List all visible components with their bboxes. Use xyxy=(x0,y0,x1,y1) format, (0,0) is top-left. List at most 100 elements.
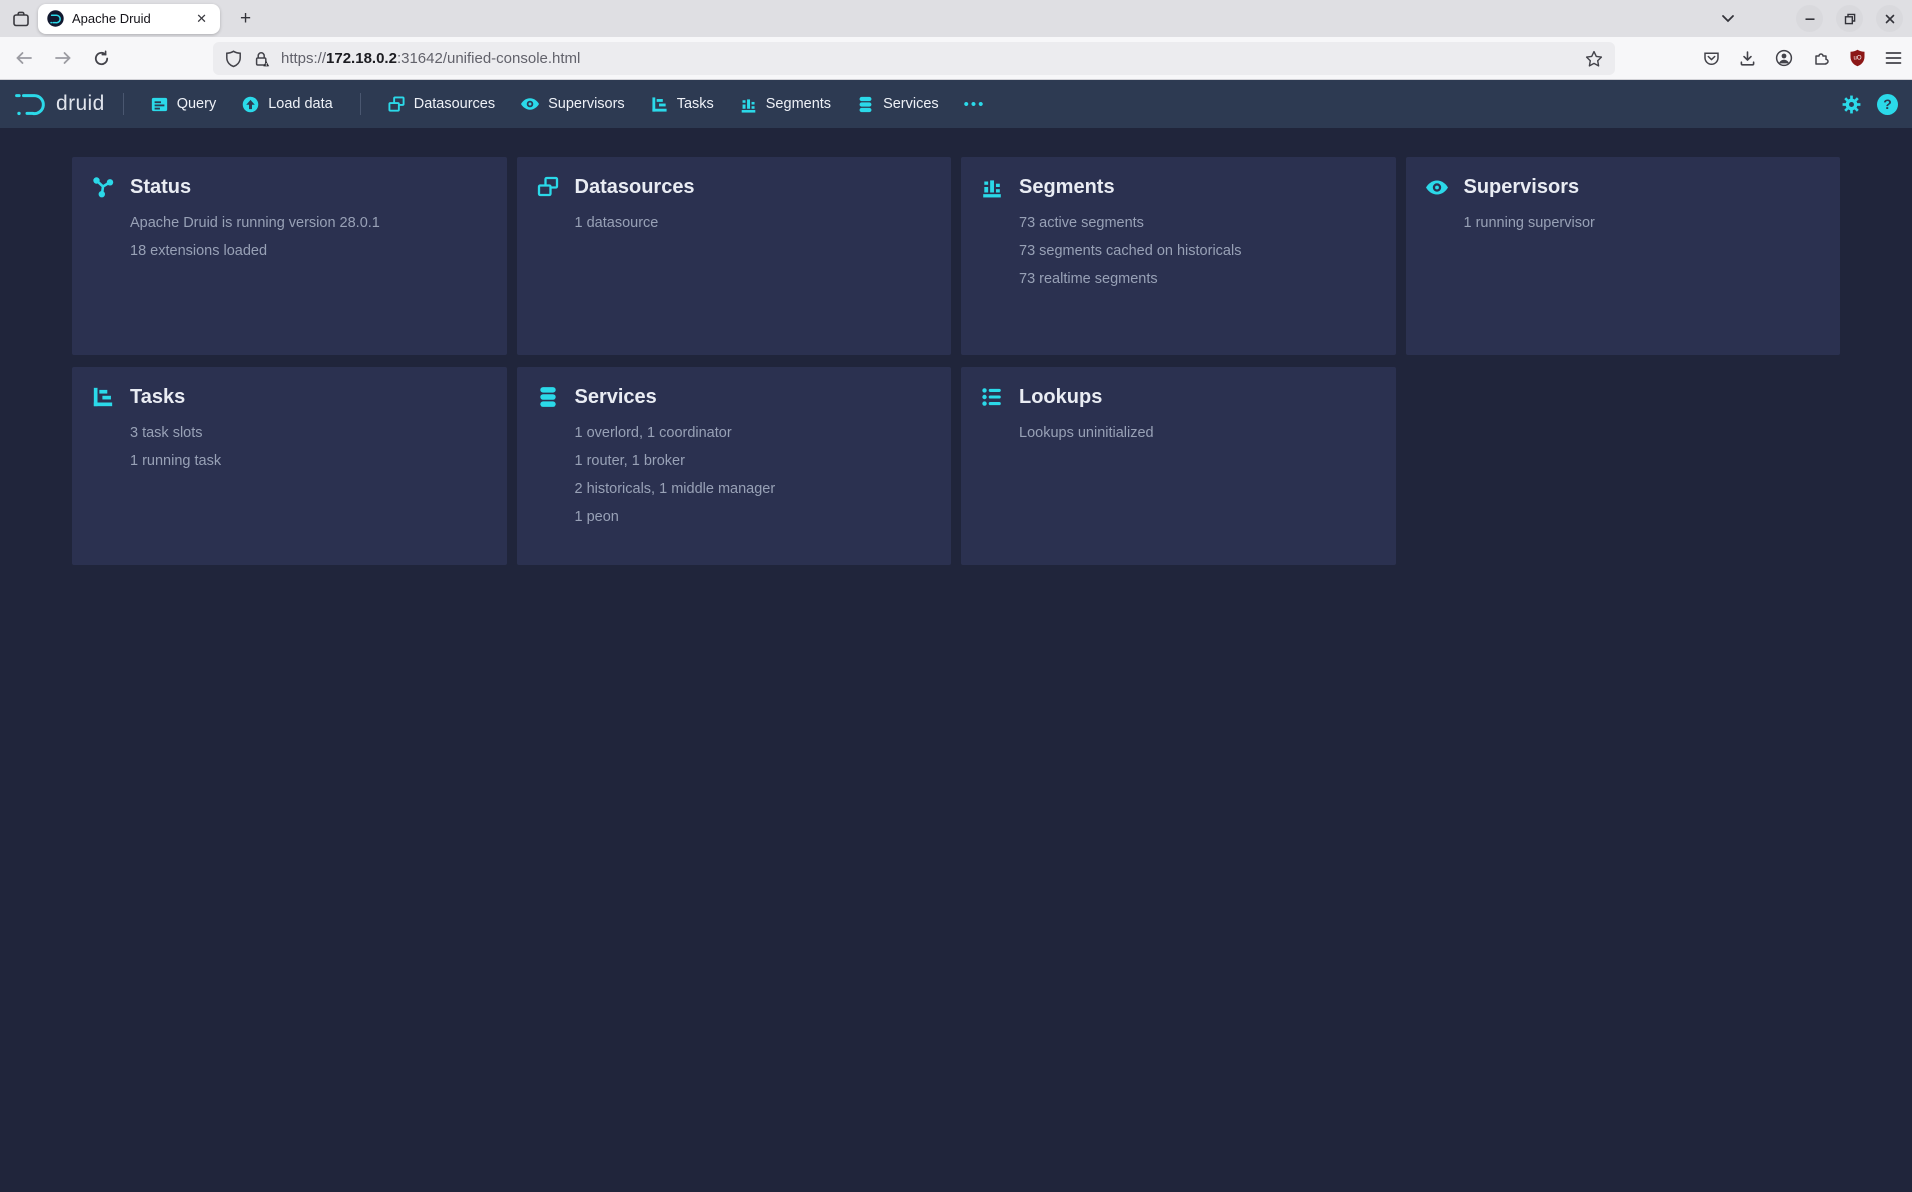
download-icon[interactable] xyxy=(1739,50,1756,67)
hamburger-menu-icon[interactable] xyxy=(1885,51,1902,65)
forward-button[interactable] xyxy=(54,51,72,65)
nav-item-services[interactable]: Services xyxy=(844,80,952,128)
firefox-view-button[interactable] xyxy=(6,5,36,33)
card-line: 2 historicals, 1 middle manager xyxy=(575,475,932,503)
tab-bar: Apache Druid ✕ + xyxy=(0,0,1912,37)
url-host: 172.18.0.2 xyxy=(326,50,397,67)
browser-tab[interactable]: Apache Druid ✕ xyxy=(38,4,220,34)
eye-icon xyxy=(1426,176,1448,198)
card-line: 18 extensions loaded xyxy=(130,237,487,265)
card-title: Supervisors xyxy=(1464,176,1580,199)
url-text: https://172.18.0.2:31642/unified-console… xyxy=(281,50,580,67)
card-segments[interactable]: Segments 73 active segments 73 segments … xyxy=(961,157,1396,355)
druid-favicon xyxy=(47,10,64,27)
card-title: Lookups xyxy=(1019,386,1102,409)
browser-window: Apache Druid ✕ + xyxy=(0,0,1912,80)
druid-navbar: druid Query Load data xyxy=(0,80,1912,128)
firefox-view-icon xyxy=(12,10,30,28)
card-line: 1 datasource xyxy=(575,209,932,237)
card-title: Status xyxy=(130,176,191,199)
card-lookups[interactable]: Lookups Lookups uninitialized xyxy=(961,367,1396,565)
card-datasources[interactable]: Datasources 1 datasource xyxy=(517,157,952,355)
tab-title: Apache Druid xyxy=(72,11,192,26)
card-tasks[interactable]: Tasks 3 task slots 1 running task xyxy=(72,367,507,565)
graph-icon xyxy=(92,176,114,198)
card-line: 1 peon xyxy=(575,503,932,531)
reload-button[interactable] xyxy=(93,50,110,67)
back-button[interactable] xyxy=(15,51,33,65)
gantt-icon xyxy=(651,96,668,113)
card-title: Tasks xyxy=(130,386,185,409)
card-line: 1 running supervisor xyxy=(1464,209,1821,237)
navbar-divider xyxy=(360,93,361,115)
nav-item-tasks[interactable]: Tasks xyxy=(638,80,727,128)
nav-item-label: Tasks xyxy=(677,96,714,112)
card-title: Datasources xyxy=(575,176,695,199)
nav-item-load-data[interactable]: Load data xyxy=(229,80,346,128)
minimize-icon xyxy=(1804,13,1816,25)
card-status[interactable]: Status Apache Druid is running version 2… xyxy=(72,157,507,355)
card-line: 3 task slots xyxy=(130,419,487,447)
database-icon xyxy=(537,386,559,408)
url-protocol: https:// xyxy=(281,50,326,67)
url-toolbar: https://172.18.0.2:31642/unified-console… xyxy=(0,37,1912,80)
tab-close-icon[interactable]: ✕ xyxy=(192,9,211,29)
eye-icon xyxy=(521,98,539,110)
close-button[interactable] xyxy=(1876,5,1903,32)
insert-icon xyxy=(242,96,259,113)
nav-item-label: Supervisors xyxy=(548,96,625,112)
card-title: Services xyxy=(575,386,657,409)
nav-item-supervisors[interactable]: Supervisors xyxy=(508,80,638,128)
database-icon xyxy=(857,96,874,113)
tracking-protection-shield-icon[interactable] xyxy=(225,50,242,68)
console-icon xyxy=(151,96,168,113)
account-icon[interactable] xyxy=(1775,49,1793,67)
multi-layers-icon xyxy=(537,176,559,198)
druid-logo-icon xyxy=(14,91,47,118)
gear-icon[interactable] xyxy=(1842,95,1861,114)
home-view: Status Apache Druid is running version 2… xyxy=(72,157,1840,565)
pocket-icon[interactable] xyxy=(1703,50,1720,67)
nav-item-label: Datasources xyxy=(414,96,495,112)
bar-chart-icon xyxy=(740,96,757,113)
toolbar-extensions: uO xyxy=(1703,37,1902,79)
minimize-button[interactable] xyxy=(1796,5,1823,32)
card-line: 1 running task xyxy=(130,447,487,475)
nav-item-query[interactable]: Query xyxy=(138,80,230,128)
window-controls xyxy=(1721,5,1903,32)
tab-list-chevron-icon[interactable] xyxy=(1721,14,1735,23)
bookmark-star-icon[interactable] xyxy=(1585,50,1603,68)
help-glyph: ? xyxy=(1883,96,1892,112)
card-line: 73 active segments xyxy=(1019,209,1376,237)
druid-wordmark: druid xyxy=(56,92,105,116)
card-line: Lookups uninitialized xyxy=(1019,419,1376,447)
new-tab-button[interactable]: + xyxy=(232,6,259,32)
restore-button[interactable] xyxy=(1836,5,1863,32)
connection-lock-icon[interactable] xyxy=(253,50,271,68)
card-services[interactable]: Services 1 overlord, 1 coordinator 1 rou… xyxy=(517,367,952,565)
nav-item-datasources[interactable]: Datasources xyxy=(375,80,508,128)
card-line: 73 realtime segments xyxy=(1019,265,1376,293)
card-supervisors[interactable]: Supervisors 1 running supervisor xyxy=(1406,157,1841,355)
nav-item-segments[interactable]: Segments xyxy=(727,80,844,128)
card-line: 1 overlord, 1 coordinator xyxy=(575,419,932,447)
card-line: 1 router, 1 broker xyxy=(575,447,932,475)
card-line: Apache Druid is running version 28.0.1 xyxy=(130,209,487,237)
gantt-icon xyxy=(92,386,114,408)
more-icon[interactable]: ••• xyxy=(952,96,998,113)
extensions-puzzle-icon[interactable] xyxy=(1812,49,1830,67)
bar-chart-icon xyxy=(981,176,1003,198)
properties-icon xyxy=(981,386,1003,408)
navbar-right: ? xyxy=(1842,94,1898,115)
multi-layers-icon xyxy=(388,96,405,113)
ublock-icon[interactable]: uO xyxy=(1849,49,1866,67)
browser-nav-buttons xyxy=(15,50,110,67)
restore-icon xyxy=(1844,13,1856,25)
druid-logo[interactable]: druid xyxy=(14,91,109,118)
url-bar[interactable]: https://172.18.0.2:31642/unified-console… xyxy=(213,42,1615,75)
url-path: :31642/unified-console.html xyxy=(397,50,580,67)
help-icon[interactable]: ? xyxy=(1877,94,1898,115)
close-icon xyxy=(1884,13,1896,25)
card-line: 73 segments cached on historicals xyxy=(1019,237,1376,265)
nav-item-label: Query xyxy=(177,96,217,112)
